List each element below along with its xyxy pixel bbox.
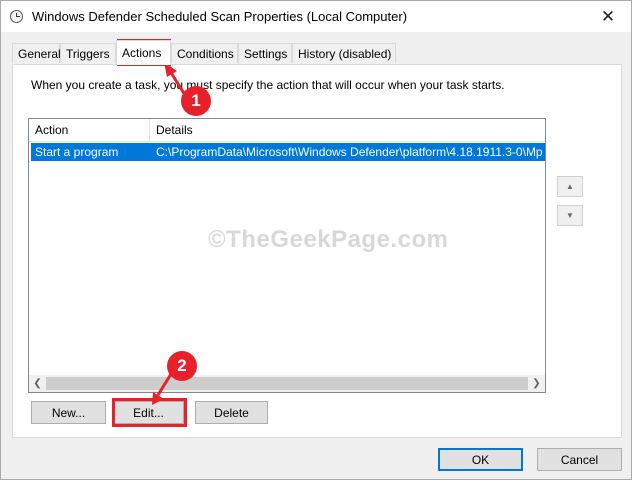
annotation-arrows	[152, 62, 187, 405]
arrow-1-icon	[164, 62, 187, 96]
step-2-badge: 2	[167, 351, 197, 381]
step-1-badge: 1	[181, 86, 211, 116]
arrow-2-icon	[152, 373, 173, 405]
tab-actions[interactable]: Actions	[116, 40, 171, 65]
properties-dialog: Windows Defender Scheduled Scan Properti…	[0, 0, 632, 480]
